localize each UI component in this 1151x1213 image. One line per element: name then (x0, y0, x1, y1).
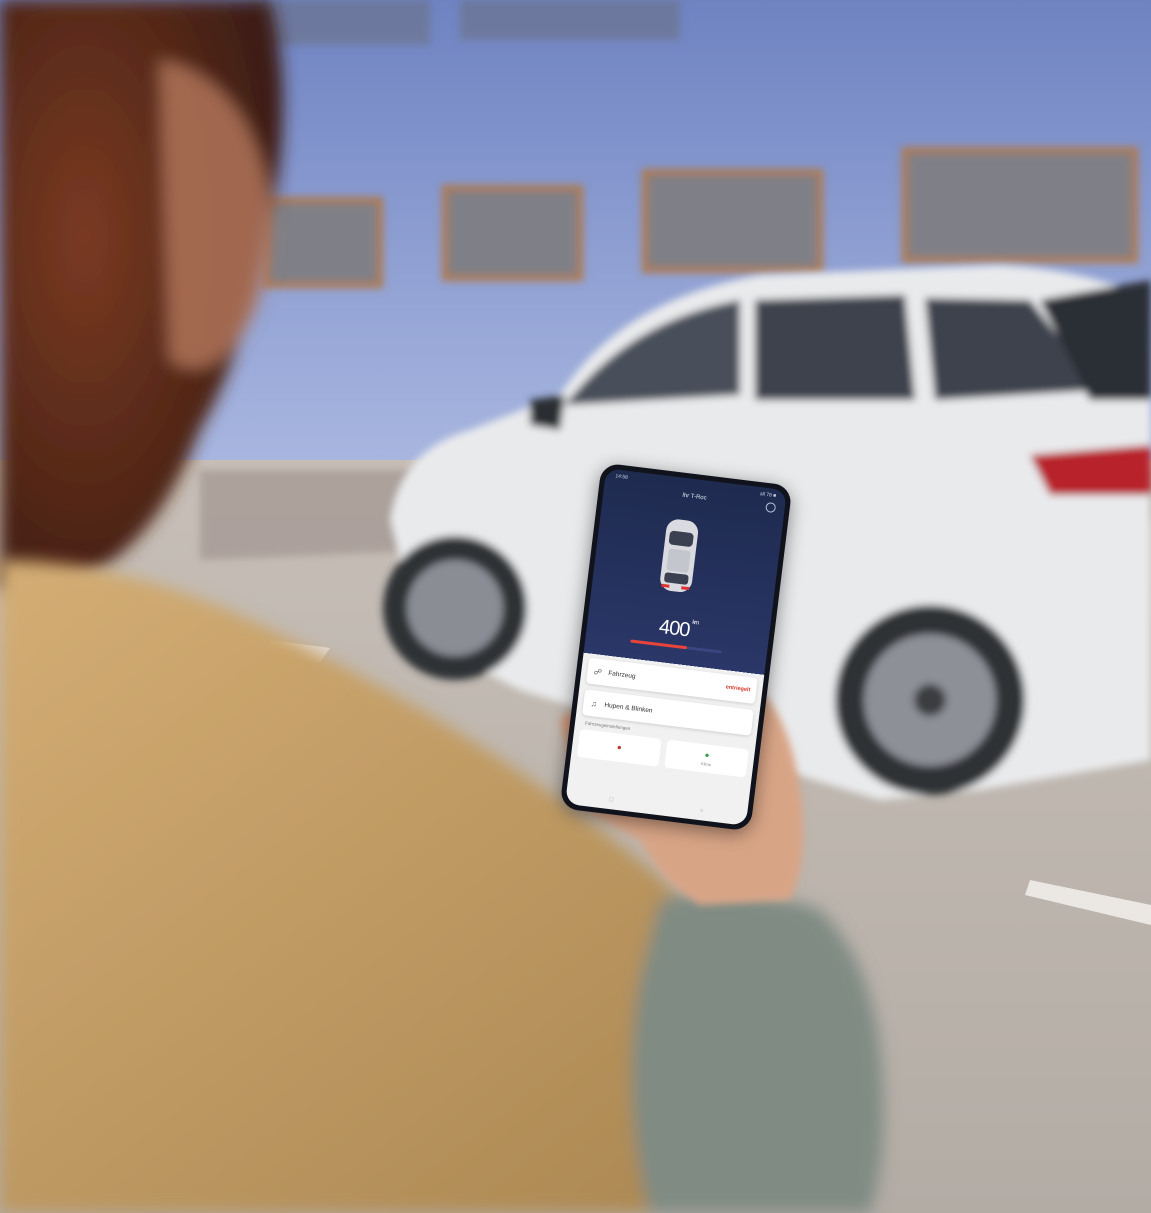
lock-state: entriegelt (725, 684, 751, 694)
seat-icon: ● (704, 750, 711, 760)
lock-icon: ☍ (593, 666, 603, 677)
range-value: 400 (657, 615, 691, 642)
car-icon: ● (616, 742, 623, 752)
lock-card-label: Fahrzeug (607, 669, 637, 680)
app-screen: 14:58 all 78 ■ Ihr T-Roc 400km ☍ Fahrzeu… (565, 468, 787, 826)
tile-row: ● ● Klima (576, 728, 750, 778)
tile-climate-label: Klima (700, 760, 712, 768)
car-top-view-icon (660, 519, 699, 593)
horn-icon: ♫ (590, 698, 598, 709)
tile-car[interactable]: ● (576, 728, 662, 767)
horn-card-label: Hupen & Blinken (604, 701, 653, 715)
range-unit: km (691, 619, 699, 627)
photo-scene: 14:58 all 78 ■ Ihr T-Roc 400km ☍ Fahrzeu… (0, 0, 1151, 1213)
circle-icon[interactable]: ○ (699, 808, 703, 814)
background-photo (0, 0, 1151, 1213)
status-time: 14:58 (614, 473, 629, 481)
home-icon[interactable]: □ (609, 797, 613, 803)
tile-climate[interactable]: ● Klima (664, 739, 750, 778)
settings-icon[interactable] (765, 501, 777, 514)
status-indicators: all 78 ■ (759, 491, 777, 500)
